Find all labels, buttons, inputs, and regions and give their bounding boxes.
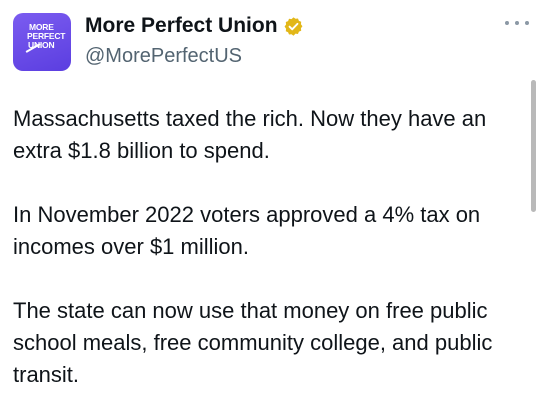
tweet-paragraph: Massachusetts taxed the rich. Now they h…: [13, 106, 487, 163]
tweet-text: Massachusetts taxed the rich. Now they h…: [13, 103, 528, 391]
avatar-text-line-3: UNION: [28, 40, 55, 50]
author-name-row: More Perfect Union: [85, 14, 304, 38]
verified-badge-icon: [284, 16, 302, 36]
more-dot: [525, 21, 529, 25]
tweet-paragraph: The state can now use that money on free…: [13, 298, 493, 387]
author-display-name[interactable]: More Perfect Union: [85, 14, 278, 38]
author-handle[interactable]: @MorePerfectUS: [85, 44, 242, 68]
scrollbar[interactable]: [531, 80, 536, 212]
more-horizontal-icon[interactable]: [505, 17, 529, 29]
tweet-paragraph: In November 2022 voters approved a 4% ta…: [13, 202, 481, 259]
more-dot: [515, 21, 519, 25]
more-dot: [505, 21, 509, 25]
avatar[interactable]: MORE PERFECT UNION: [13, 13, 71, 71]
